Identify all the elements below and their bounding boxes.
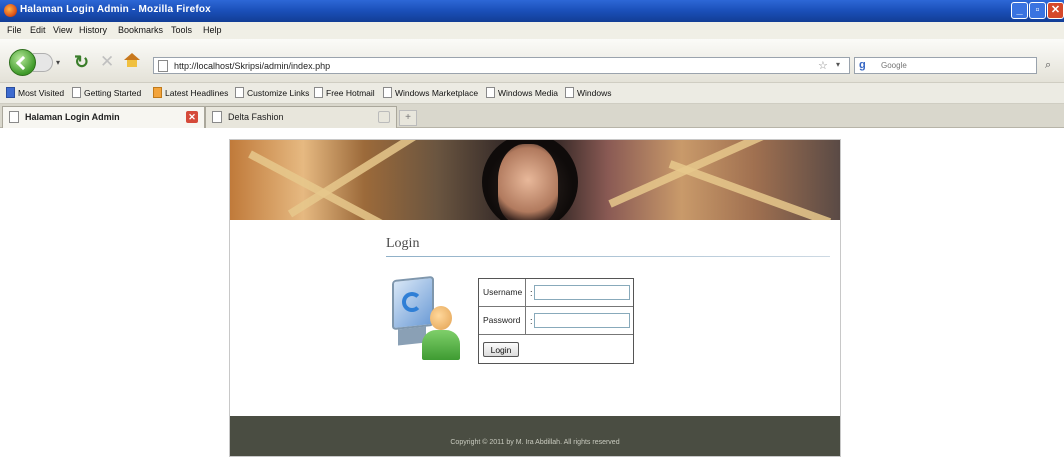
window-title: Halaman Login Admin - Mozilla Firefox xyxy=(20,4,211,15)
back-arrow-icon[interactable] xyxy=(9,49,36,76)
banner-hanger-shape xyxy=(287,140,428,218)
menu-edit[interactable]: Edit xyxy=(30,25,46,35)
username-field[interactable] xyxy=(534,285,630,300)
stop-icon[interactable]: ✕ xyxy=(100,52,114,72)
menu-help[interactable]: Help xyxy=(203,25,222,35)
tab-label: Delta Fashion xyxy=(228,112,284,122)
bookmark-latest-headlines[interactable]: Latest Headlines xyxy=(153,87,228,98)
menu-file[interactable]: File xyxy=(7,25,22,35)
menu-bookmarks[interactable]: Bookmarks xyxy=(118,25,163,35)
tab-label: Halaman Login Admin xyxy=(25,112,120,122)
minimize-button[interactable]: _ xyxy=(1011,2,1028,19)
most-visited-icon xyxy=(6,87,15,98)
address-bar[interactable]: http://localhost/Skripsi/admin/index.php… xyxy=(153,57,850,74)
login-form: Username : Password : Login xyxy=(478,278,634,364)
search-input[interactable] xyxy=(881,59,1021,72)
password-row: Password : xyxy=(479,307,633,335)
home-icon[interactable] xyxy=(124,53,140,67)
google-icon[interactable]: g xyxy=(859,59,866,71)
maximize-button[interactable]: ▫ xyxy=(1029,2,1046,19)
login-button[interactable]: Login xyxy=(483,342,519,357)
bookmark-windows[interactable]: Windows xyxy=(565,87,611,98)
username-row: Username : xyxy=(479,279,633,307)
person-head-shape xyxy=(430,306,452,330)
firefox-logo-icon xyxy=(4,4,17,17)
search-go-icon[interactable]: ⌕ xyxy=(1045,59,1051,72)
page-icon xyxy=(9,111,19,123)
bookmark-customize-links[interactable]: Customize Links xyxy=(235,87,309,98)
username-separator: : xyxy=(530,288,533,298)
menu-bar: File Edit View History Bookmarks Tools H… xyxy=(0,22,1064,39)
history-dropdown-icon[interactable]: ▾ xyxy=(56,58,60,67)
menu-tools[interactable]: Tools xyxy=(171,25,192,35)
password-label: Password xyxy=(479,307,526,335)
submit-row: Login xyxy=(479,335,633,363)
url-dropdown-icon[interactable]: ▾ xyxy=(836,60,840,69)
menu-view[interactable]: View xyxy=(53,25,72,35)
bookmark-free-hotmail[interactable]: Free Hotmail xyxy=(314,87,375,98)
bookmark-windows-media[interactable]: Windows Media xyxy=(486,87,558,98)
login-section: Login Username : Password : Login xyxy=(230,220,840,416)
site-container: Login Username : Password : Login Copyri… xyxy=(229,139,841,457)
site-footer: Copyright © 2011 by M. Ira Abdillah. All… xyxy=(230,416,840,456)
bookmark-getting-started[interactable]: Getting Started xyxy=(72,87,141,98)
refresh-icon xyxy=(402,292,422,312)
password-field[interactable] xyxy=(534,313,630,328)
menu-history[interactable]: History xyxy=(79,25,107,35)
reload-icon[interactable]: ↻ xyxy=(74,52,89,73)
page-icon xyxy=(565,87,574,98)
close-window-button[interactable]: ✕ xyxy=(1047,2,1064,19)
tab-strip: Halaman Login Admin ✕ Delta Fashion + xyxy=(0,104,1064,128)
search-bar[interactable]: g xyxy=(854,57,1037,74)
page-viewport: Login Username : Password : Login Copyri… xyxy=(0,128,1064,458)
tab-list-icon[interactable] xyxy=(378,111,390,123)
heading-divider xyxy=(386,256,830,257)
page-icon xyxy=(314,87,323,98)
page-icon xyxy=(158,60,168,72)
fashion-banner-image xyxy=(230,140,840,220)
banner-hanger-shape xyxy=(668,160,832,220)
page-icon xyxy=(72,87,81,98)
user-computer-icon xyxy=(384,272,468,362)
username-label: Username xyxy=(479,279,526,307)
bookmark-windows-marketplace[interactable]: Windows Marketplace xyxy=(383,87,478,98)
address-url[interactable]: http://localhost/Skripsi/admin/index.php xyxy=(174,61,330,71)
bookmark-most-visited[interactable]: Most Visited xyxy=(6,87,64,98)
rss-icon xyxy=(153,87,162,98)
star-icon[interactable]: ☆ xyxy=(818,59,828,72)
login-heading: Login xyxy=(386,236,420,251)
navigation-toolbar: ▾ ↻ ✕ http://localhost/Skripsi/admin/ind… xyxy=(0,39,1064,83)
copyright-text: Copyright © 2011 by M. Ira Abdillah. All… xyxy=(450,439,620,446)
forward-arrow-icon[interactable] xyxy=(33,53,53,72)
page-icon xyxy=(486,87,495,98)
banner-model-face xyxy=(498,144,558,220)
person-body-shape xyxy=(422,330,460,360)
page-icon xyxy=(383,87,392,98)
page-icon xyxy=(212,111,222,123)
tab-halaman-login-admin[interactable]: Halaman Login Admin ✕ xyxy=(2,106,205,128)
password-separator: : xyxy=(530,316,533,326)
page-icon xyxy=(235,87,244,98)
tab-delta-fashion[interactable]: Delta Fashion xyxy=(205,106,397,128)
bookmarks-toolbar: Most Visited Getting Started Latest Head… xyxy=(0,83,1064,104)
close-tab-icon[interactable]: ✕ xyxy=(186,111,198,123)
window-titlebar: Halaman Login Admin - Mozilla Firefox _ … xyxy=(0,0,1064,22)
new-tab-button[interactable]: + xyxy=(399,110,417,126)
